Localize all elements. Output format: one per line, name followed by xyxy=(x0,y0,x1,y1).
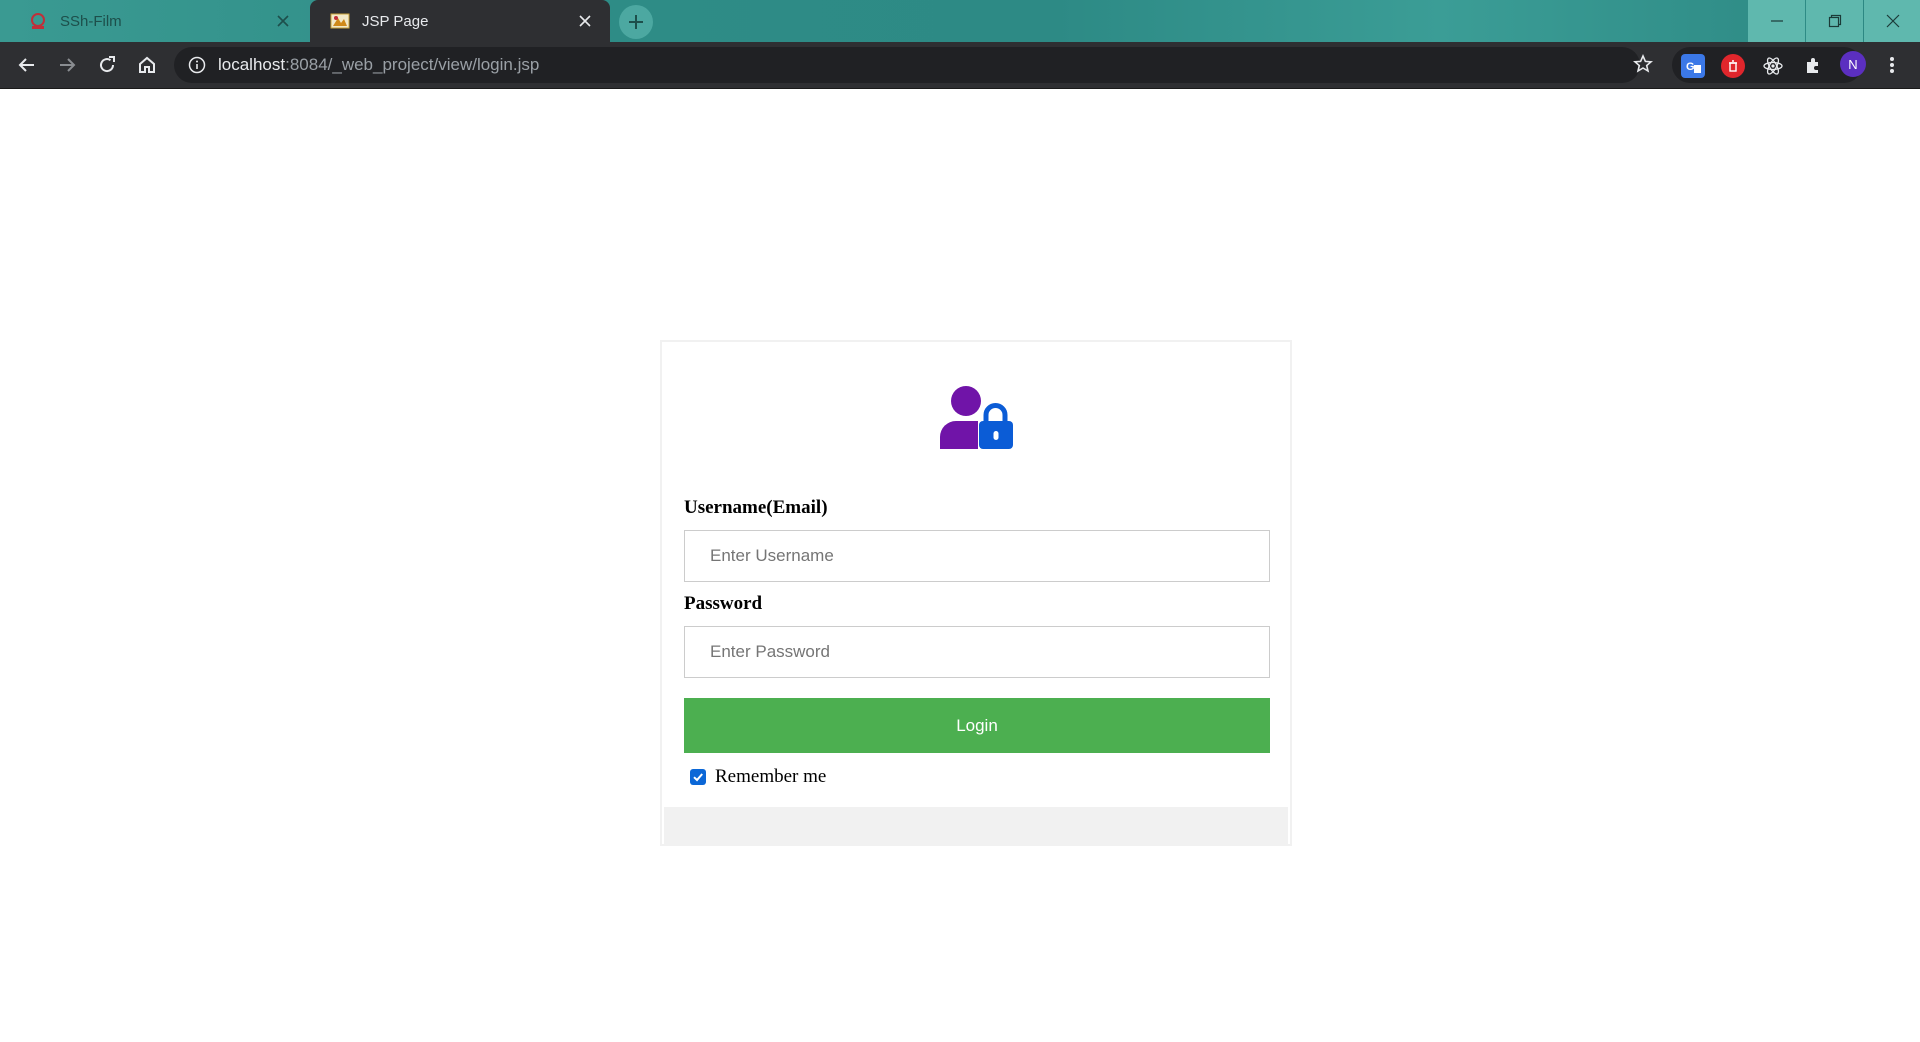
restore-icon xyxy=(1828,14,1841,28)
plus-icon xyxy=(629,15,643,29)
password-label: Password xyxy=(684,593,763,614)
tab-title: SSh-Film xyxy=(60,12,122,30)
jsp-favicon-icon xyxy=(330,11,350,31)
home-icon xyxy=(139,56,155,73)
kebab-menu-icon xyxy=(1890,57,1894,73)
password-input[interactable] xyxy=(684,626,1270,678)
remember-checkbox[interactable] xyxy=(690,769,706,785)
login-card: Username(Email) Password Login Remember … xyxy=(660,340,1292,846)
react-devtools-icon[interactable] xyxy=(1761,54,1785,78)
minimize-button[interactable] xyxy=(1748,0,1805,42)
puzzle-extensions-icon[interactable] xyxy=(1801,54,1825,78)
toolbar-divider xyxy=(0,88,1920,89)
star-icon xyxy=(1633,54,1653,73)
address-bar[interactable]: localhost:8084/_web_project/view/login.j… xyxy=(174,47,1640,83)
login-button[interactable]: Login xyxy=(684,698,1270,753)
card-footer xyxy=(664,807,1288,844)
tab-ssh-film[interactable]: SSh-Film xyxy=(8,0,308,42)
adblock-extension-icon[interactable] xyxy=(1721,54,1745,78)
svg-text:G: G xyxy=(1686,61,1695,73)
reload-icon xyxy=(100,56,115,73)
browser-menu-button[interactable] xyxy=(1880,49,1904,81)
remember-me: Remember me xyxy=(690,766,826,788)
browser-toolbar: localhost:8084/_web_project/view/login.j… xyxy=(0,42,1920,88)
translate-extension-icon[interactable]: G xyxy=(1681,54,1705,78)
home-button[interactable] xyxy=(131,49,163,81)
back-button[interactable] xyxy=(11,49,43,81)
tab-jsp-page[interactable]: JSP Page xyxy=(310,0,610,42)
arrow-right-icon xyxy=(60,58,76,72)
minimize-icon xyxy=(1770,20,1783,22)
user-lock-icon xyxy=(938,385,1018,449)
restore-button[interactable] xyxy=(1806,0,1863,42)
tab-close-icon[interactable] xyxy=(272,10,294,32)
tab-title: JSP Page xyxy=(362,12,429,30)
checkmark-icon xyxy=(693,773,703,782)
bookmark-star-button[interactable] xyxy=(1627,48,1659,80)
ssh-film-favicon-icon xyxy=(28,11,48,31)
reload-button[interactable] xyxy=(91,49,123,81)
close-icon xyxy=(1886,14,1899,28)
tab-close-icon[interactable] xyxy=(574,10,596,32)
arrow-left-icon xyxy=(18,58,34,72)
tab-strip: SSh-Film JSP Page xyxy=(0,0,1920,42)
new-tab-button[interactable] xyxy=(619,5,653,39)
address-host: localhost xyxy=(218,55,286,74)
username-input[interactable] xyxy=(684,530,1270,582)
address-url: localhost:8084/_web_project/view/login.j… xyxy=(218,55,539,75)
close-window-button[interactable] xyxy=(1864,0,1920,42)
username-label: Username(Email) xyxy=(684,497,828,518)
profile-avatar[interactable]: N xyxy=(1840,51,1866,77)
forward-button[interactable] xyxy=(51,49,83,81)
remember-label[interactable]: Remember me xyxy=(715,766,826,788)
extensions-area: G xyxy=(1672,47,1862,83)
info-icon[interactable] xyxy=(186,54,208,76)
address-path: :8084/_web_project/view/login.jsp xyxy=(285,55,540,74)
